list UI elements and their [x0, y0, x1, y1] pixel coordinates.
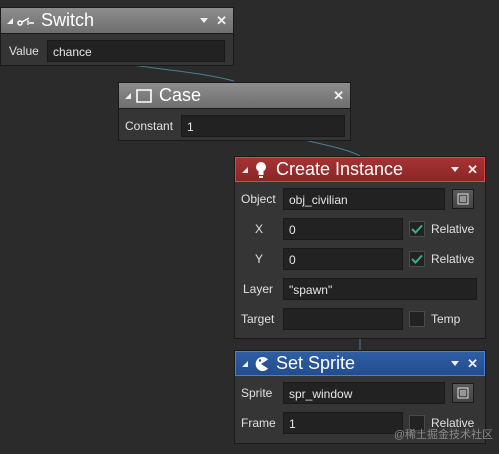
x-field[interactable]: 0 [283, 218, 403, 240]
collapse-triangle-icon[interactable] [242, 360, 248, 367]
switch-node-header[interactable]: Switch ✕ [1, 8, 233, 34]
list-icon [457, 387, 469, 399]
lightbulb-icon [252, 161, 270, 178]
frame-label: Frame [241, 416, 276, 430]
close-icon[interactable]: ✕ [333, 89, 344, 102]
node-menu-arrow-icon[interactable] [200, 18, 209, 23]
y-label: Y [255, 252, 264, 266]
close-icon[interactable]: ✕ [467, 163, 478, 176]
set-sprite-header[interactable]: Set Sprite ✕ [235, 351, 485, 376]
close-icon[interactable]: ✕ [216, 14, 227, 27]
close-icon[interactable]: ✕ [467, 357, 478, 370]
sprite-field[interactable]: spr_window [283, 382, 445, 404]
case-node-header[interactable]: Case ✕ [119, 83, 350, 109]
create-instance-node[interactable]: Create Instance ✕ Object obj_civilian X … [234, 156, 486, 339]
object-picker-button[interactable] [452, 189, 474, 209]
value-label: Value [9, 44, 39, 58]
list-icon [457, 193, 469, 205]
node-title: Create Instance [276, 159, 404, 179]
node-menu-arrow-icon[interactable] [451, 361, 460, 366]
collapse-triangle-icon[interactable] [242, 166, 248, 173]
value-field[interactable]: chance [47, 40, 225, 62]
temp-label: Temp [431, 312, 461, 326]
node-title: Set Sprite [276, 353, 356, 373]
target-field[interactable] [283, 308, 403, 330]
watermark-text: @稀土掘金技术社区 [393, 429, 493, 441]
node-title: Switch [41, 10, 95, 30]
target-label: Target [241, 312, 275, 326]
case-node[interactable]: Case ✕ Constant 1 [118, 82, 351, 141]
checkmark-icon [411, 224, 423, 234]
sprite-picker-button[interactable] [452, 383, 474, 403]
collapse-triangle-icon[interactable] [7, 17, 13, 24]
create-instance-header[interactable]: Create Instance ✕ [235, 157, 485, 182]
frame-field[interactable]: 1 [283, 412, 403, 434]
switch-icon [17, 13, 35, 29]
y-relative-label: Relative [431, 252, 475, 266]
sprite-label: Sprite [241, 386, 273, 400]
node-menu-arrow-icon[interactable] [451, 167, 460, 172]
pacman-icon [252, 356, 270, 372]
case-bracket-icon [135, 88, 153, 104]
constant-field[interactable]: 1 [181, 115, 345, 137]
layer-label: Layer [243, 282, 274, 296]
x-label: X [255, 222, 264, 236]
x-relative-label: Relative [431, 222, 475, 236]
constant-label: Constant [125, 119, 174, 133]
temp-checkbox[interactable] [409, 311, 425, 327]
checkmark-icon [411, 254, 423, 264]
object-label: Object [241, 192, 276, 206]
object-field[interactable]: obj_civilian [283, 188, 445, 210]
y-field[interactable]: 0 [283, 248, 403, 270]
x-relative-checkbox[interactable] [409, 221, 425, 237]
collapse-triangle-icon[interactable] [125, 92, 131, 99]
y-relative-checkbox[interactable] [409, 251, 425, 267]
node-title: Case [159, 85, 202, 105]
switch-node[interactable]: Switch ✕ Value chance [0, 7, 234, 66]
layer-field[interactable]: "spawn" [283, 278, 477, 300]
